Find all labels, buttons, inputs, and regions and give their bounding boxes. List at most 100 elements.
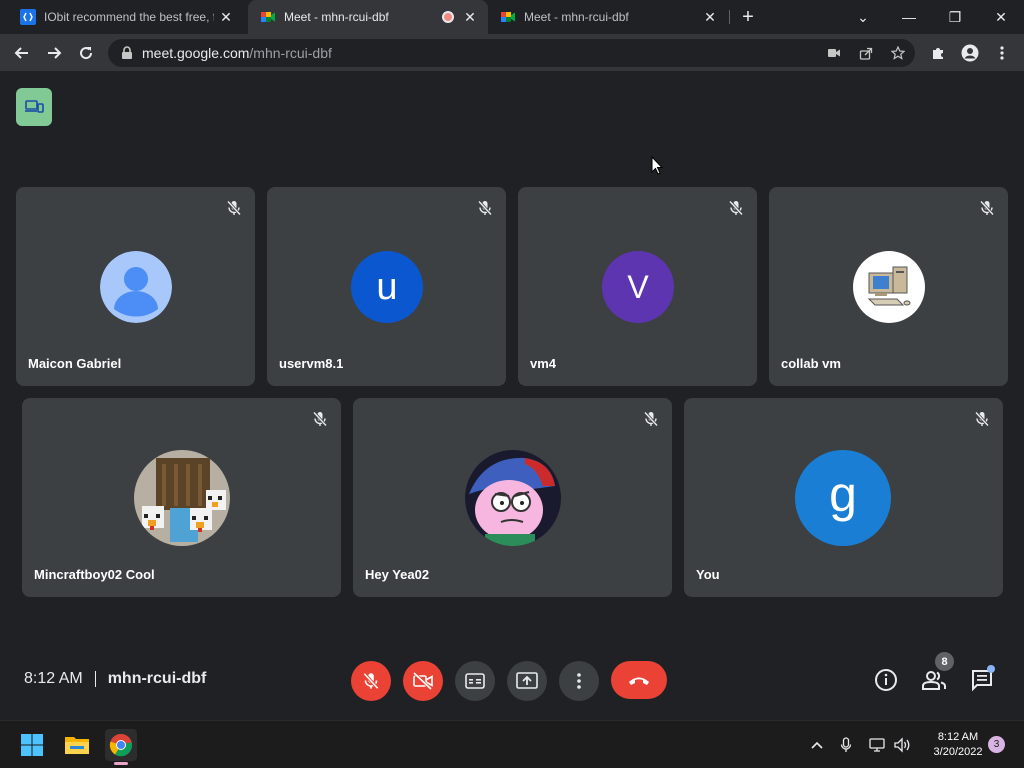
tab-title: IObit recommend the best free, f [44,10,214,24]
participant-tile[interactable]: Mincraftboy02 Cool [22,398,341,597]
mic-off-icon [477,200,493,216]
mouse-cursor-icon [651,156,663,175]
tab-close-icon[interactable]: ✕ [462,9,478,25]
divider [94,671,96,687]
tab-iobit[interactable]: IObit recommend the best free, f ✕ [8,0,244,34]
avatar [853,251,925,323]
reload-icon[interactable] [72,39,100,67]
meeting-details-button[interactable] [872,666,900,694]
mic-off-icon [312,411,328,427]
forward-arrow-icon[interactable] [40,39,68,67]
browser-toolbar: meet.google.com /mhn-rcui-dbf [0,34,1024,72]
mic-off-icon [226,200,242,216]
tab-meet-active[interactable]: Meet - mhn-rcui-dbf ✕ [248,0,488,34]
participant-name: vm4 [530,356,557,371]
more-vertical-icon [577,673,581,689]
people-icon [922,671,946,690]
volume-tray-button[interactable] [891,733,913,757]
meeting-time: 8:12 AM [24,670,83,687]
restore-button[interactable]: ❐ [932,0,978,34]
present-screen-button[interactable] [507,661,547,701]
lock-icon [120,46,134,60]
bookmark-star-icon[interactable] [890,45,906,61]
leave-call-button[interactable] [611,661,667,699]
participant-name: Maicon Gabriel [28,356,122,371]
avatar [134,450,230,546]
recording-indicator-icon [442,11,454,23]
participant-tile[interactable]: V vm4 [518,187,757,386]
mic-off-icon [643,411,659,427]
tab-close-icon[interactable]: ✕ [218,9,234,25]
hang-up-icon [629,677,649,685]
presenting-devices-button[interactable] [16,88,52,126]
url-domain: meet.google.com [142,45,250,61]
participant-name: Hey Yea02 [365,567,430,582]
mic-off-icon [728,200,744,216]
tab-meet[interactable]: Meet - mhn-rcui-dbf ✕ [488,0,728,34]
closed-captions-icon [465,673,485,689]
windows-taskbar: 8:12 AM 3/20/2022 3 [0,720,1024,768]
participant-name: Mincraftboy02 Cool [34,567,155,582]
minimize-button[interactable]: — [886,0,932,34]
participant-tile-self[interactable]: g You [684,398,1003,597]
participant-tile[interactable]: Maicon Gabriel [16,187,255,386]
network-tray-button[interactable] [866,733,888,757]
microphone-icon [840,737,852,752]
meeting-code: mhn-rcui-dbf [107,670,207,687]
address-bar[interactable]: meet.google.com /mhn-rcui-dbf [108,39,915,67]
file-explorer-button[interactable] [61,729,93,761]
windows-logo-icon [21,734,43,756]
participant-tile[interactable]: collab vm [769,187,1008,386]
captions-button[interactable] [455,661,495,701]
info-icon [875,669,897,691]
browser-menu-icon[interactable] [988,39,1016,67]
tab-title: Meet - mhn-rcui-dbf [524,10,629,24]
folder-icon [65,737,89,754]
default-person-icon [100,251,172,323]
chrome-taskbar-button[interactable] [105,729,137,761]
toggle-microphone-button[interactable] [351,661,391,701]
avatar: V [602,251,674,323]
avatar [100,251,172,323]
profile-avatar-icon[interactable] [956,39,984,67]
camera-off-icon [412,671,433,691]
participant-name: You [696,567,720,582]
more-options-button[interactable] [559,661,599,701]
microphone-tray-button[interactable] [835,733,857,757]
devices-icon [25,100,44,113]
network-icon [869,738,885,752]
taskbar-clock[interactable]: 8:12 AM 3/20/2022 [918,730,998,760]
start-button[interactable] [16,729,48,761]
tab-search-button[interactable]: ⌄ [840,0,886,34]
meeting-info-bar: 8:12 AM mhn-rcui-dbf [24,670,206,688]
participant-tile[interactable]: Hey Yea02 [353,398,672,597]
tab-title: Meet - mhn-rcui-dbf [284,10,389,24]
participant-name: collab vm [781,356,841,371]
close-window-button[interactable]: ✕ [978,0,1024,34]
minecraft-picture-icon [134,450,230,546]
tab-close-icon[interactable]: ✕ [702,9,718,25]
clock-date: 3/20/2022 [933,746,983,758]
speaker-icon [894,737,910,753]
participant-tile[interactable]: u uservm8.1 [267,187,506,386]
meet-call-area: Maicon Gabriel u uservm8.1 V vm4 collab … [0,72,1024,720]
share-icon[interactable] [858,45,874,61]
camera-in-use-icon[interactable] [826,45,842,61]
mic-off-icon [363,672,379,690]
back-arrow-icon[interactable] [8,39,36,67]
show-hidden-icons-button[interactable] [806,733,828,757]
iobit-favicon-icon [20,9,36,25]
active-app-indicator [114,762,128,765]
cartoon-picture-icon [465,450,561,546]
notification-count-badge[interactable]: 3 [988,736,1005,753]
clock-time: 8:12 AM [937,731,979,743]
browser-tab-strip: IObit recommend the best free, f ✕ Meet … [0,0,1024,34]
toggle-camera-button[interactable] [403,661,443,701]
participant-name: uservm8.1 [279,356,344,371]
meet-favicon-icon [500,9,516,25]
chevron-up-icon [811,741,823,749]
meet-favicon-icon [260,9,276,25]
new-tab-button[interactable]: + [724,0,772,34]
extensions-puzzle-icon[interactable] [924,39,952,67]
avatar [465,450,561,546]
